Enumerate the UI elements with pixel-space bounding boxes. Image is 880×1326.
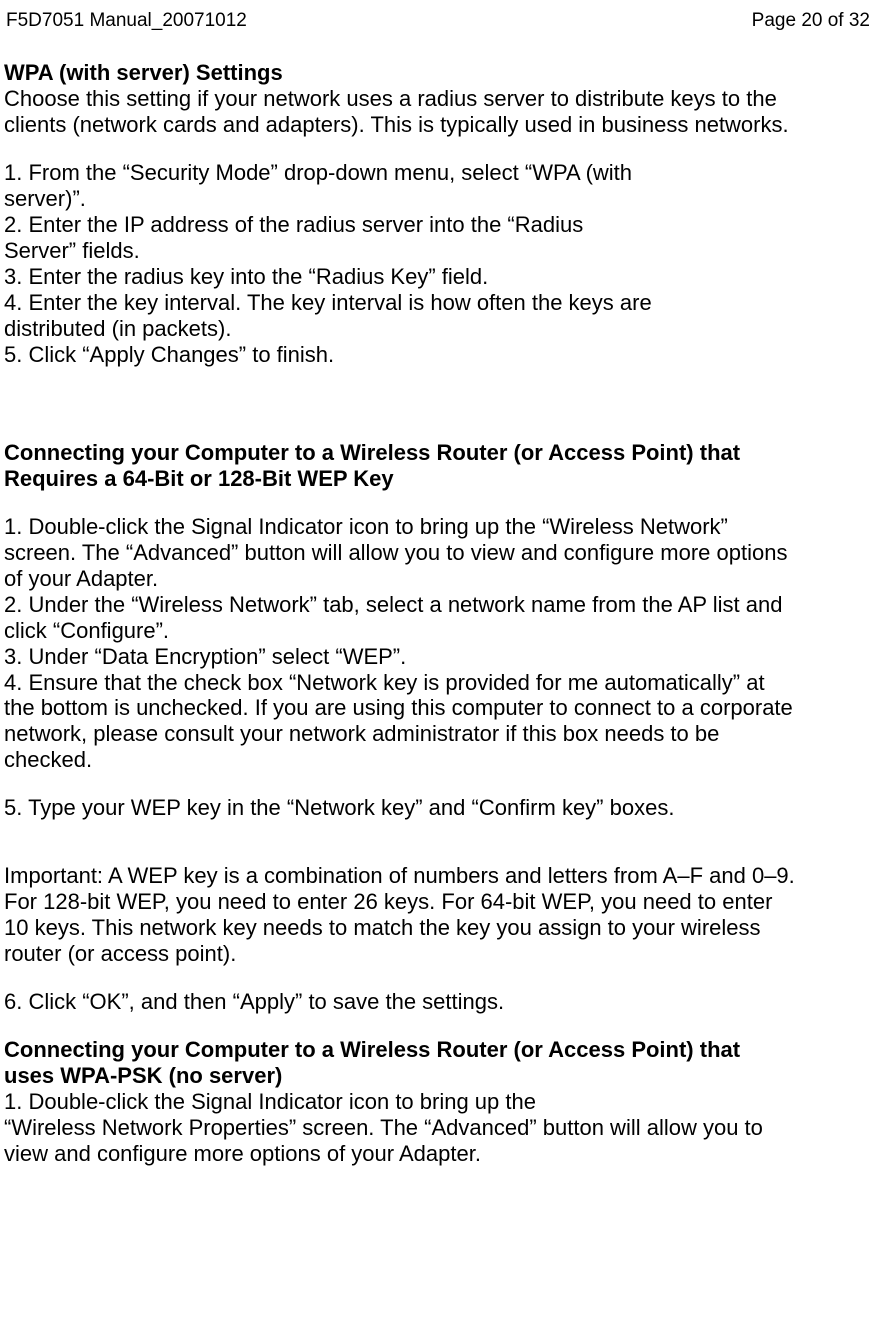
- heading-wpa-server: WPA (with server) Settings: [4, 60, 872, 86]
- step-line: server)”.: [4, 186, 872, 212]
- page-header: F5D7051 Manual_20071012 Page 20 of 32: [4, 10, 872, 32]
- step-line: Server” fields.: [4, 238, 872, 264]
- step-line: of your Adapter.: [4, 566, 872, 592]
- step-line: 4. Enter the key interval. The key inter…: [4, 290, 872, 316]
- step-line: distributed (in packets).: [4, 316, 872, 342]
- heading-line: Connecting your Computer to a Wireless R…: [4, 1037, 872, 1063]
- step-line: 5. Click “Apply Changes” to finish.: [4, 342, 872, 368]
- step-line: screen. The “Advanced” button will allow…: [4, 540, 872, 566]
- step-line: 1. From the “Security Mode” drop-down me…: [4, 160, 872, 186]
- note-line: router (or access point).: [4, 941, 872, 967]
- step-line: 2. Under the “Wireless Network” tab, sel…: [4, 592, 872, 618]
- step-line: 1. Double-click the Signal Indicator ico…: [4, 1089, 872, 1115]
- step-line: 3. Enter the radius key into the “Radius…: [4, 264, 872, 290]
- step-line: network, please consult your network adm…: [4, 721, 872, 747]
- steps-block: 1. From the “Security Mode” drop-down me…: [4, 160, 872, 368]
- step-line: 6. Click “OK”, and then “Apply” to save …: [4, 989, 872, 1015]
- note-line: Important: A WEP key is a combination of…: [4, 863, 872, 889]
- heading-line: Connecting your Computer to a Wireless R…: [4, 440, 872, 466]
- step-6: 6. Click “OK”, and then “Apply” to save …: [4, 989, 872, 1015]
- text-line: clients (network cards and adapters). Th…: [4, 112, 872, 138]
- step-line: click “Configure”.: [4, 618, 872, 644]
- step-line: 5. Type your WEP key in the “Network key…: [4, 795, 872, 821]
- step-line: the bottom is unchecked. If you are usin…: [4, 695, 872, 721]
- step-line: 2. Enter the IP address of the radius se…: [4, 212, 872, 238]
- text-line: Choose this setting if your network uses…: [4, 86, 872, 112]
- step-line: checked.: [4, 747, 872, 773]
- step-line: 1. Double-click the Signal Indicator ico…: [4, 514, 872, 540]
- intro-paragraph: Choose this setting if your network uses…: [4, 86, 872, 138]
- step-line: 3. Under “Data Encryption” select “WEP”.: [4, 644, 872, 670]
- document-page: F5D7051 Manual_20071012 Page 20 of 32 WP…: [0, 0, 880, 1326]
- step-line: view and configure more options of your …: [4, 1141, 872, 1167]
- section-wpa-psk: Connecting your Computer to a Wireless R…: [4, 1037, 872, 1167]
- note-line: 10 keys. This network key needs to match…: [4, 915, 872, 941]
- header-left: F5D7051 Manual_20071012: [6, 10, 247, 32]
- steps-block: 1. Double-click the Signal Indicator ico…: [4, 514, 872, 774]
- heading-wpa-psk: Connecting your Computer to a Wireless R…: [4, 1037, 872, 1089]
- note-line: For 128-bit WEP, you need to enter 26 ke…: [4, 889, 872, 915]
- heading-wep-key: Connecting your Computer to a Wireless R…: [4, 440, 872, 492]
- step-line: 4. Ensure that the check box “Network ke…: [4, 670, 872, 696]
- step-line: “Wireless Network Properties” screen. Th…: [4, 1115, 872, 1141]
- section-wep-key: Connecting your Computer to a Wireless R…: [4, 440, 872, 1015]
- heading-line: Requires a 64-Bit or 128-Bit WEP Key: [4, 466, 872, 492]
- header-right: Page 20 of 32: [752, 10, 870, 32]
- step-5: 5. Type your WEP key in the “Network key…: [4, 795, 872, 821]
- steps-block: 1. Double-click the Signal Indicator ico…: [4, 1089, 872, 1167]
- section-wpa-server: WPA (with server) Settings Choose this s…: [4, 60, 872, 367]
- important-note: Important: A WEP key is a combination of…: [4, 863, 872, 967]
- heading-line: uses WPA-PSK (no server): [4, 1063, 872, 1089]
